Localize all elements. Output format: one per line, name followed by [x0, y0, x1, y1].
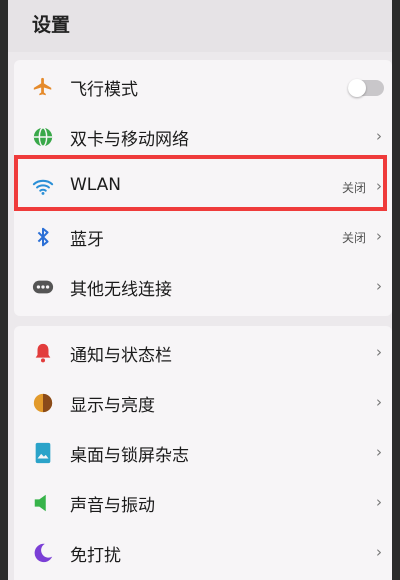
settings-item-label: 显示与亮度: [70, 396, 155, 416]
chevron-right-icon: ›: [376, 543, 382, 561]
settings-screen: 设置 飞行模式 双卡与移动网络 › WLAN 关闭 › 蓝牙 关闭 › 其他无线…: [8, 0, 392, 580]
settings-item-label: 声音与振动: [70, 496, 155, 516]
settings-item-label: 桌面与锁屏杂志: [70, 446, 189, 466]
settings-item-bluetooth[interactable]: 蓝牙 关闭 ›: [14, 212, 392, 262]
chevron-right-icon: ›: [376, 127, 382, 145]
chevron-right-icon: ›: [376, 443, 382, 461]
settings-item-desktop[interactable]: 桌面与锁屏杂志 ›: [14, 428, 392, 478]
bell-icon: [35, 343, 51, 363]
brightness-icon: [33, 393, 53, 413]
airplane-mode-toggle[interactable]: [348, 79, 384, 97]
globe-icon: [33, 127, 53, 147]
chevron-right-icon: ›: [376, 343, 382, 361]
settings-item-label: 飞行模式: [70, 80, 138, 100]
settings-item-label: 双卡与移动网络: [70, 130, 189, 150]
settings-item-do-not-disturb[interactable]: 免打扰 ›: [14, 528, 392, 578]
chevron-right-icon: ›: [376, 277, 382, 295]
settings-item-label: 通知与状态栏: [70, 346, 172, 366]
moon-icon: [34, 543, 53, 563]
chevron-right-icon: ›: [376, 493, 382, 511]
settings-item-sound[interactable]: 声音与振动 ›: [14, 478, 392, 528]
wlan-highlight-box: [14, 155, 387, 211]
desktop-icon: [35, 442, 51, 464]
settings-item-other-wireless[interactable]: 其他无线连接 ›: [14, 262, 392, 312]
settings-item-notifications[interactable]: 通知与状态栏 ›: [14, 328, 392, 378]
settings-item-display[interactable]: 显示与亮度 ›: [14, 378, 392, 428]
chevron-right-icon: ›: [376, 393, 382, 411]
page-title: 设置: [32, 14, 71, 36]
more-icon: [32, 280, 54, 294]
settings-item-airplane-mode[interactable]: 飞行模式: [14, 62, 392, 112]
settings-item-label: 蓝牙: [70, 230, 104, 250]
speaker-icon: [34, 494, 46, 512]
toggle-knob: [348, 79, 366, 97]
settings-item-label: 其他无线连接: [70, 280, 172, 300]
bluetooth-status: 关闭: [341, 231, 366, 245]
bluetooth-icon: [37, 227, 49, 247]
airplane-icon: [33, 77, 52, 96]
device-settings-group: 通知与状态栏 › 显示与亮度 › 桌面与锁屏杂志 › 声音与振动 › 免打扰 ›: [14, 326, 392, 580]
chevron-right-icon: ›: [376, 227, 382, 245]
header: 设置: [8, 0, 392, 52]
settings-item-label: 免打扰: [70, 546, 121, 566]
